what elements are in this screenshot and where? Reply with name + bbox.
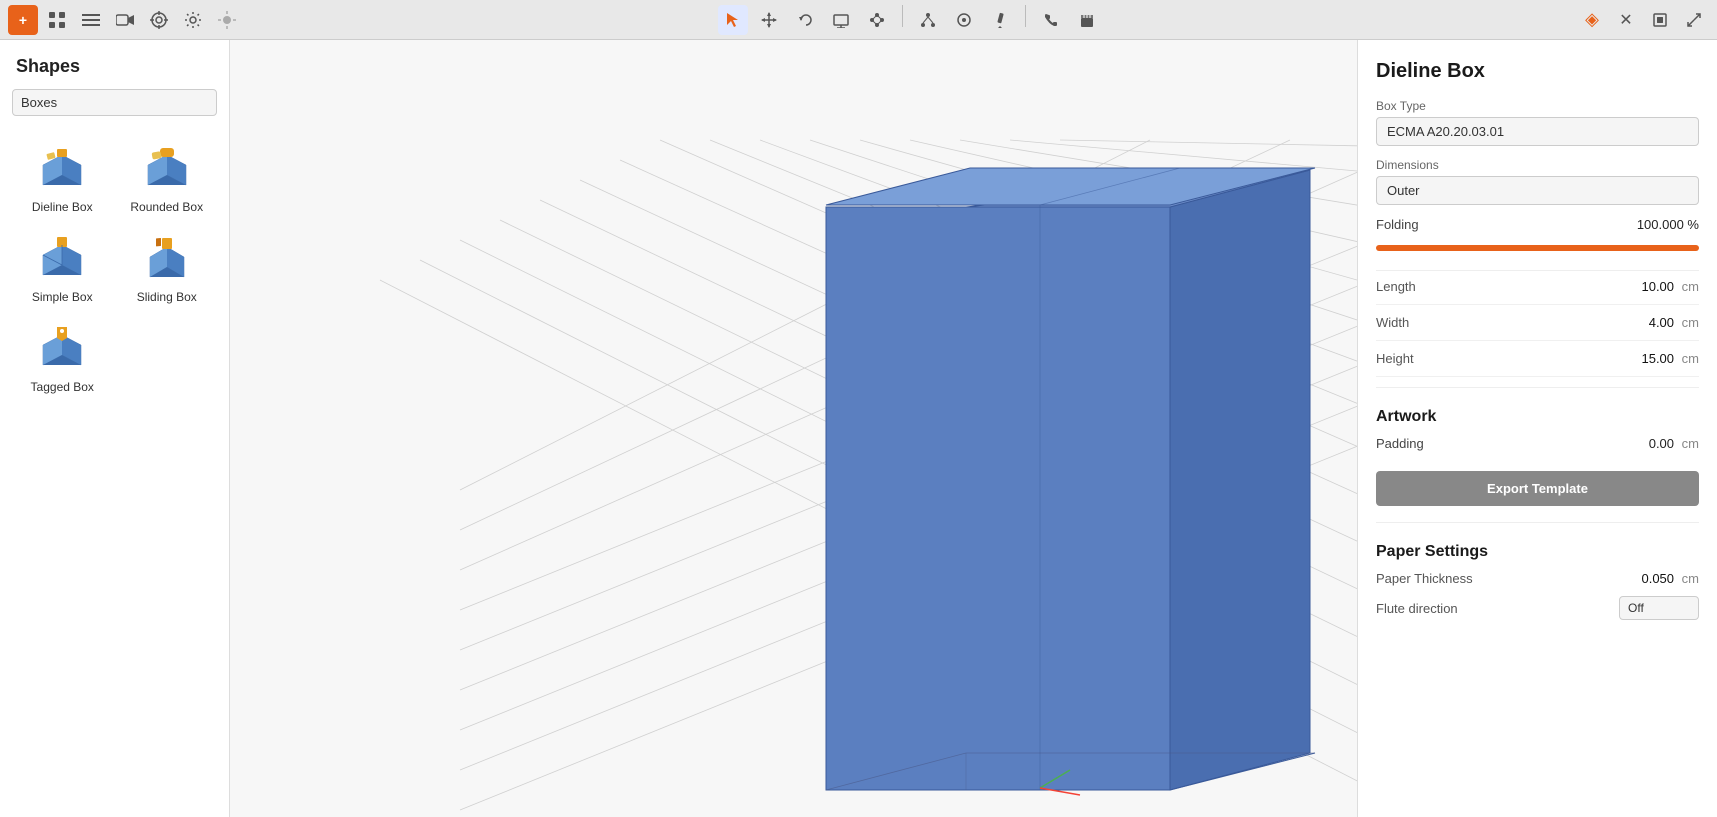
height-value: 15.00 cm [1641,351,1699,366]
add-icon[interactable]: + [8,5,38,35]
flute-direction-row: Flute direction Off Horizontal Vertical [1376,596,1699,620]
pen-tool[interactable] [985,5,1015,35]
divider-3 [1376,522,1699,523]
dieline-box-label: Dieline Box [32,200,93,214]
width-value: 4.00 cm [1649,315,1699,330]
length-label: Length [1376,279,1416,294]
folding-slider[interactable] [1376,245,1699,251]
toolbar-sep2 [1025,5,1026,27]
flute-direction-label: Flute direction [1376,601,1458,616]
width-label: Width [1376,315,1409,330]
simple-box-icon [32,234,92,286]
box-type-label: Box Type [1376,99,1699,113]
circle-tool[interactable] [949,5,979,35]
width-row: Width 4.00 cm [1376,315,1699,341]
rounded-box-icon [137,144,197,196]
paper-thickness-row: Paper Thickness 0.050 cm [1376,571,1699,586]
export-template-button[interactable]: Export Template [1376,471,1699,506]
height-row: Height 15.00 cm [1376,351,1699,377]
padding-row: Padding 0.00 cm [1376,436,1699,451]
tree-tool[interactable] [913,5,943,35]
dimensions-dropdown[interactable]: Outer Inner [1376,176,1699,205]
shapes-grid: Dieline Box Rounded Box [0,128,229,410]
folding-row: Folding 100.000 % [1376,217,1699,232]
right-panel: Dieline Box Box Type ECMA A20.20.03.01 D… [1357,40,1717,817]
shapes-category-dropdown[interactable]: Boxes Bags Tubes [12,89,217,116]
sidebar: Shapes Boxes Bags Tubes [0,40,230,817]
tagged-box-label: Tagged Box [31,380,94,394]
toolbar-center [246,5,1573,35]
sun-icon[interactable] [212,5,242,35]
folding-value: 100.000 % [1637,217,1699,232]
dieline-box-icon [32,144,92,196]
shape-item-tagged-box[interactable]: Tagged Box [12,316,113,402]
sidebar-title: Shapes [0,40,229,85]
paper-thickness-value: 0.050 cm [1641,571,1699,586]
clapper-tool[interactable] [1072,5,1102,35]
toolbar-sep1 [902,5,903,27]
length-row: Length 10.00 cm [1376,279,1699,305]
nodes-tool[interactable] [862,5,892,35]
flute-direction-dropdown[interactable]: Off Horizontal Vertical [1619,596,1699,620]
simple-box-label: Simple Box [32,290,93,304]
divider-1 [1376,270,1699,271]
paper-settings-title: Paper Settings [1376,543,1699,561]
sliding-box-label: Sliding Box [137,290,197,304]
settings-icon[interactable] [178,5,208,35]
divider-2 [1376,387,1699,388]
box-type-dropdown[interactable]: ECMA A20.20.03.01 [1376,117,1699,146]
phone-tool[interactable] [1036,5,1066,35]
shape-item-sliding-box[interactable]: Sliding Box [117,226,218,312]
close-app-icon[interactable]: ✕ [1611,5,1641,35]
toolbar-left: + [8,5,242,35]
move-tool[interactable] [754,5,784,35]
shape-item-simple-box[interactable]: Simple Box [12,226,113,312]
target-icon[interactable] [144,5,174,35]
panel-title: Dieline Box [1376,60,1699,83]
toolbar: + [0,0,1717,40]
undo-tool[interactable] [790,5,820,35]
height-label: Height [1376,351,1414,366]
shape-item-rounded-box[interactable]: Rounded Box [117,136,218,222]
shapes-category-wrap: Boxes Bags Tubes [0,85,229,128]
toolbar-right: ◈ ✕ [1577,5,1709,35]
minimize-icon[interactable] [1645,5,1675,35]
screen-tool[interactable] [826,5,856,35]
dimensions-label: Dimensions [1376,158,1699,172]
3d-viewport[interactable] [230,40,1357,817]
box-3d-icon[interactable]: ◈ [1577,5,1607,35]
folding-label: Folding [1376,217,1419,232]
shape-item-dieline-box[interactable]: Dieline Box [12,136,113,222]
length-value: 10.00 cm [1641,279,1699,294]
padding-label: Padding [1376,436,1424,451]
main-layout: Shapes Boxes Bags Tubes [0,40,1717,817]
tagged-box-icon [32,324,92,376]
folding-slider-wrap [1376,238,1699,256]
sliding-box-icon [137,234,197,286]
expand-icon[interactable] [1679,5,1709,35]
artwork-title: Artwork [1376,408,1699,426]
grid-background [230,40,1357,817]
padding-value: 0.00 cm [1649,436,1699,451]
cursor-tool[interactable] [718,5,748,35]
rounded-box-label: Rounded Box [130,200,203,214]
menu-icon[interactable] [76,5,106,35]
grid-icon[interactable] [42,5,72,35]
video-icon[interactable] [110,5,140,35]
paper-thickness-label: Paper Thickness [1376,571,1473,586]
